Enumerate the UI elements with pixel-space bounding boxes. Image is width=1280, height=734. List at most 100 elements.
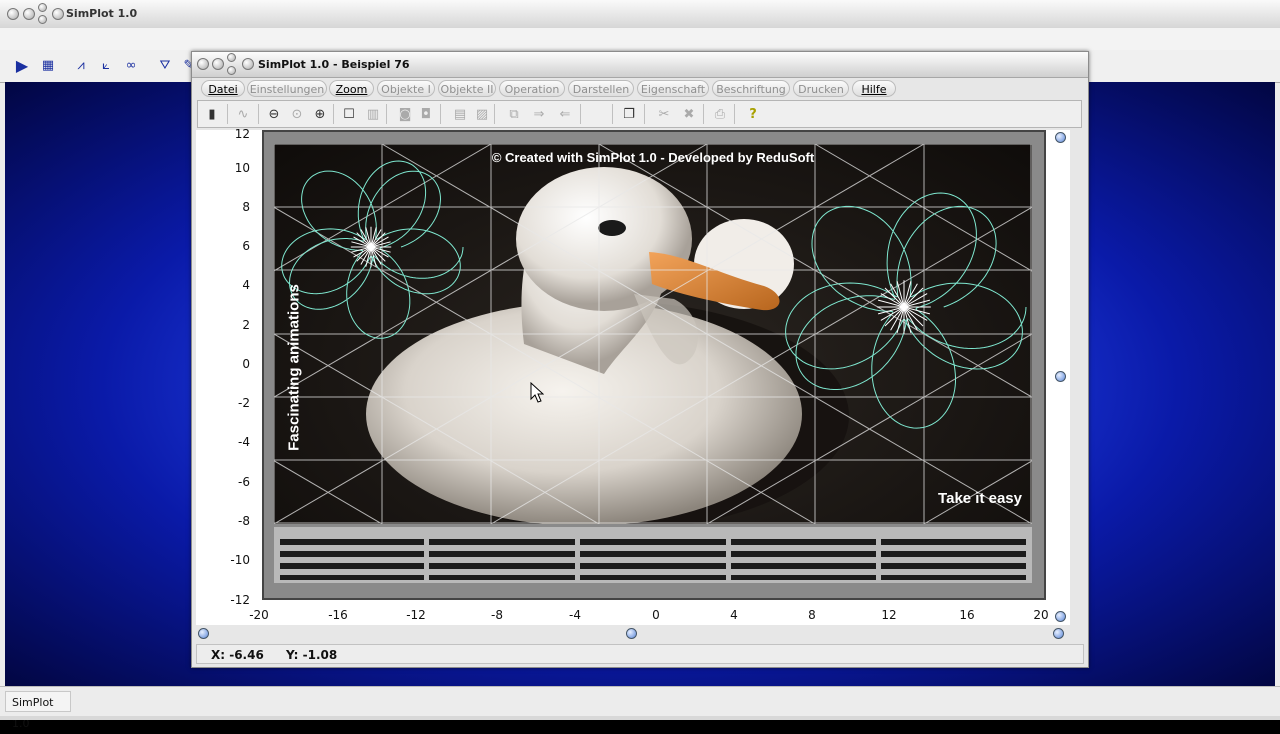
y-tick: 6 — [242, 239, 250, 253]
main-titlebar: SimPlot 1.0 — [0, 0, 1280, 29]
x-tick: -4 — [569, 608, 581, 622]
horizontal-scrollbar[interactable] — [196, 626, 1064, 640]
toolbar: ▮ ∿ ⊖ ⊙ ⊕ ☐ ▥ ◙ ◘ ▤ ▨ ⧉ ⇒ ⇐ ❐ ✂ ✖ ⎙ ? — [197, 100, 1082, 128]
child-restore-button[interactable] — [227, 66, 236, 75]
main-menubar — [0, 28, 1280, 51]
y-tick: -6 — [238, 475, 250, 489]
spirograph-left — [281, 160, 464, 339]
scroll-left-icon[interactable] — [198, 628, 209, 639]
maximize-button[interactable] — [38, 3, 47, 12]
table-icon[interactable]: ▤ — [451, 106, 469, 123]
y-tick: -8 — [238, 514, 250, 528]
vertical-scroll-thumb[interactable] — [1055, 371, 1066, 382]
bars-panel — [274, 527, 1032, 583]
y-tick: -2 — [238, 396, 250, 410]
minimize-button[interactable] — [23, 8, 35, 20]
x-tick: 8 — [808, 608, 816, 622]
menu-darstellen[interactable]: Darstellen — [568, 80, 634, 97]
arrow-right-icon[interactable]: ⇒ — [530, 106, 548, 123]
menu-objekte-1[interactable]: Objekte I — [377, 80, 435, 97]
print-icon[interactable]: ⎙ — [711, 106, 729, 123]
zoom-out-icon[interactable]: ⊖ — [265, 106, 283, 123]
line-plot-icon[interactable]: ⩘ — [72, 58, 90, 74]
menu-datei[interactable]: Datei — [201, 80, 245, 97]
child-window-title: SimPlot 1.0 - Beispiel 76 — [258, 58, 410, 71]
scroll-down-icon[interactable] — [1055, 611, 1066, 622]
window-menu-button[interactable] — [52, 8, 64, 20]
pages-icon[interactable]: ❐ — [620, 106, 638, 123]
menubar: Datei Einstellungen Zoom Objekte I Objek… — [198, 79, 1086, 99]
menu-beschriftung[interactable]: Beschriftung — [712, 80, 790, 97]
split-icon[interactable]: ⧉ — [505, 106, 523, 123]
credit-text: © Created with SimPlot 1.0 - Developed b… — [491, 150, 815, 165]
filter-icon[interactable]: ⛛ — [156, 58, 174, 74]
y-tick: -10 — [230, 553, 250, 567]
cut-icon[interactable]: ✂ — [655, 106, 673, 123]
y-tick: 2 — [242, 318, 250, 332]
scroll-up-icon[interactable] — [1055, 132, 1066, 143]
parametric-plot-icon[interactable]: ⟀ — [97, 58, 115, 74]
export-icon[interactable]: ▨ — [473, 106, 491, 123]
status-app-name: SimPlot 1.0 — [5, 691, 71, 730]
y-tick: 0 — [242, 357, 250, 371]
arrow-left-icon[interactable]: ⇐ — [556, 106, 574, 123]
taskbar — [0, 716, 1280, 720]
x-coordinate: X: -6.46 — [211, 648, 264, 662]
plot-area[interactable]: 12 10 8 6 4 2 0 -2 -4 -6 -8 -10 -12 -20 … — [196, 127, 1070, 625]
help-icon[interactable]: ? — [744, 106, 762, 123]
menu-drucken[interactable]: Drucken — [793, 80, 849, 97]
y-tick: 4 — [242, 278, 250, 292]
mouse-cursor-icon — [530, 382, 544, 403]
close-button[interactable] — [7, 8, 19, 20]
spirograph-right — [785, 192, 1027, 429]
y-tick: -12 — [230, 593, 250, 607]
copy-image-icon[interactable]: ◙ — [396, 106, 414, 123]
calculator-icon[interactable]: ▮ — [203, 106, 221, 123]
plot-frame: © Created with SimPlot 1.0 - Developed b… — [262, 130, 1046, 600]
child-titlebar[interactable]: SimPlot 1.0 - Beispiel 76 — [192, 52, 1088, 78]
child-minimize-button[interactable] — [212, 58, 224, 70]
x-tick: -12 — [406, 608, 426, 622]
menu-eigenschaft[interactable]: Eigenschaft — [637, 80, 709, 97]
y-tick: 12 — [234, 127, 250, 141]
restore-button[interactable] — [38, 15, 47, 24]
horizontal-scroll-thumb[interactable] — [626, 628, 637, 639]
main-statusbar: SimPlot 1.0 — [0, 686, 1280, 730]
grid-icon[interactable]: ▥ — [364, 106, 382, 123]
curve-icon[interactable]: ∿ — [234, 106, 252, 123]
menu-hilfe[interactable]: Hilfe — [852, 80, 896, 97]
menu-objekte-2[interactable]: Objekte II — [438, 80, 496, 97]
child-window-menu-button[interactable] — [242, 58, 254, 70]
zoom-in-icon[interactable]: ⊕ — [311, 106, 329, 123]
child-maximize-button[interactable] — [227, 53, 236, 62]
corner-caption: Take it easy — [938, 490, 1022, 507]
coordinate-readout: X: -6.46 Y: -1.08 — [211, 648, 355, 662]
multi-plot-icon[interactable]: ∞ — [122, 58, 140, 74]
menu-zoom[interactable]: Zoom — [329, 80, 374, 97]
y-tick: 8 — [242, 200, 250, 214]
x-tick: 0 — [652, 608, 660, 622]
x-tick: -8 — [491, 608, 503, 622]
side-caption: Fascinating animations — [285, 284, 303, 451]
vertical-scrollbar[interactable] — [1054, 130, 1068, 622]
menu-operation[interactable]: Operation — [499, 80, 565, 97]
scroll-right-icon[interactable] — [1053, 628, 1064, 639]
child-window[interactable]: SimPlot 1.0 - Beispiel 76 Datei Einstell… — [191, 51, 1089, 668]
x-tick: -20 — [249, 608, 269, 622]
table-view-icon[interactable]: ▦ — [39, 58, 57, 74]
frame-icon[interactable]: ☐ — [340, 106, 358, 123]
delete-icon[interactable]: ✖ — [680, 106, 698, 123]
spirograph-overlay — [281, 160, 1027, 429]
y-coordinate: Y: -1.08 — [286, 648, 338, 662]
bar-stripes — [280, 537, 1026, 583]
x-tick: 12 — [881, 608, 897, 622]
x-tick: 16 — [959, 608, 975, 622]
menu-einstellungen[interactable]: Einstellungen — [247, 80, 327, 97]
duck-image: © Created with SimPlot 1.0 - Developed b… — [274, 144, 1032, 524]
zoom-reset-icon[interactable]: ⊙ — [288, 106, 306, 123]
y-tick: 10 — [234, 161, 250, 175]
play-icon[interactable]: ▶ — [13, 58, 31, 74]
x-tick: -16 — [328, 608, 348, 622]
paste-image-icon[interactable]: ◘ — [417, 106, 435, 123]
child-close-button[interactable] — [197, 58, 209, 70]
